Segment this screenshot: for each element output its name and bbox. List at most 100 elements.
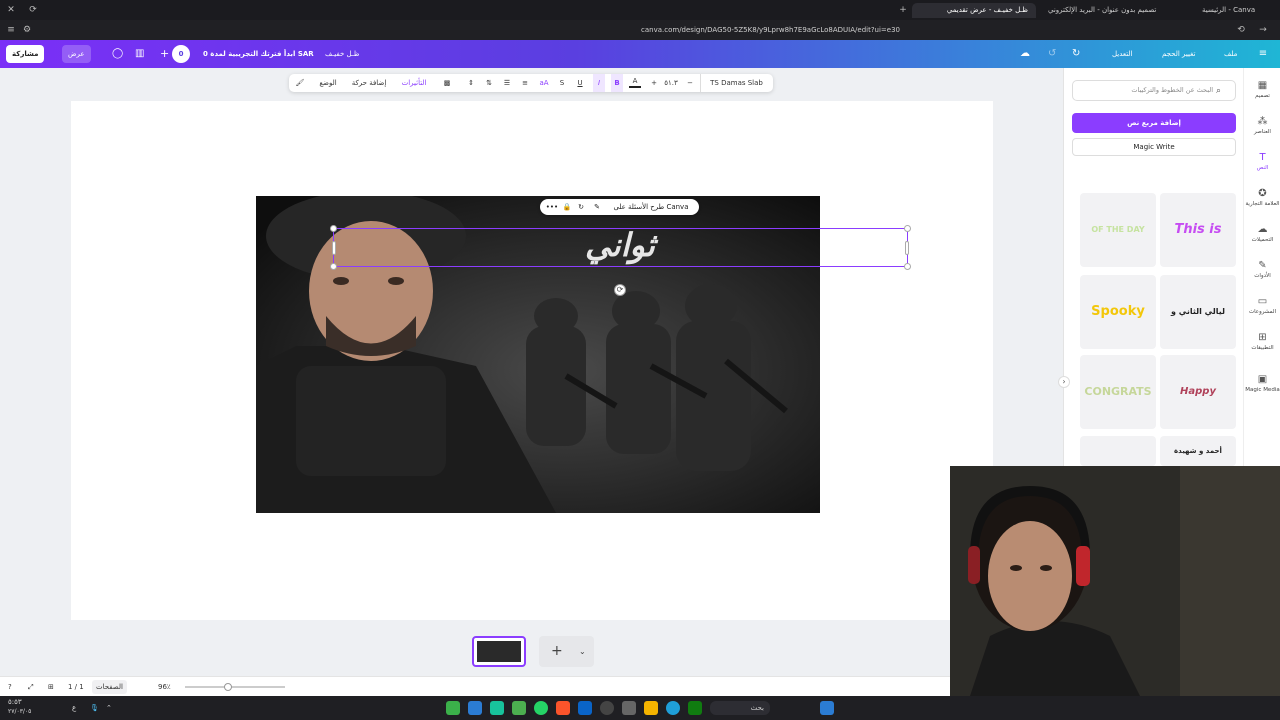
magic-edit-icon[interactable]: ✎ — [592, 199, 602, 215]
font-combo-tile[interactable]: OF THE DAY — [1080, 193, 1156, 267]
rail-item-design[interactable]: ▦ تصميم — [1244, 80, 1280, 99]
rail-item-uploads[interactable]: ☁ التحميلات — [1244, 224, 1280, 243]
align-center-icon[interactable]: ≡ — [519, 74, 531, 92]
underline-button[interactable]: U — [575, 74, 585, 92]
zoom-slider-handle[interactable] — [224, 683, 232, 691]
font-family-select[interactable]: TS Damas Slab — [700, 74, 772, 92]
duplicate-icon[interactable]: ↻ — [576, 199, 586, 215]
font-size-decrease[interactable]: − — [685, 74, 695, 92]
tab-presentation[interactable]: ظـل خفيـف - عرض تقديمي — [912, 3, 1036, 18]
font-size-value[interactable]: ٥١.٣ — [661, 74, 681, 92]
app-icon[interactable] — [512, 701, 526, 715]
font-combo-tile[interactable]: ليالي الثاني و العود — [1160, 275, 1236, 349]
taskbar-search[interactable]: بحث — [710, 701, 770, 715]
italic-button[interactable]: I — [593, 74, 605, 92]
undo-icon[interactable]: ↺ — [1048, 45, 1056, 63]
font-combo-tile[interactable]: Spooky — [1080, 275, 1156, 349]
app-icon[interactable] — [600, 701, 614, 715]
resize-handle[interactable] — [904, 225, 911, 232]
list-icon[interactable]: ☰ — [501, 74, 513, 92]
font-size-increase[interactable]: + — [649, 74, 659, 92]
analytics-icon[interactable]: ▥ — [135, 45, 144, 63]
new-tab-icon[interactable]: + — [896, 3, 910, 17]
store-icon[interactable] — [578, 701, 592, 715]
add-collaborator-icon[interactable]: + — [160, 45, 169, 63]
lock-icon[interactable]: 🔒 — [562, 199, 572, 215]
xbox-icon[interactable] — [688, 701, 702, 715]
back-icon[interactable]: ⟲ — [1234, 23, 1248, 37]
text-color-button[interactable]: A — [629, 74, 641, 88]
font-combo-tile[interactable]: أحمد و شهيدة — [1160, 436, 1236, 466]
rail-item-tools[interactable]: ✎ الأدوات — [1244, 260, 1280, 279]
fullscreen-icon[interactable]: ⤢ — [28, 677, 34, 697]
resize-handle[interactable] — [330, 263, 337, 270]
more-options-button[interactable]: ••• — [545, 199, 559, 215]
add-page-button[interactable]: + ⌄ — [539, 636, 594, 667]
add-textbox-button[interactable]: إضافة مربع نص — [1072, 113, 1236, 133]
position-button[interactable]: الوضع — [315, 74, 341, 92]
rail-item-projects[interactable]: ▭ المشروعات — [1244, 296, 1280, 315]
language-indicator[interactable]: ع — [72, 696, 76, 720]
font-combo-tile[interactable]: CONGRATS — [1080, 355, 1156, 429]
calendar-icon[interactable] — [622, 701, 636, 715]
chevron-down-icon[interactable]: ⌄ — [579, 636, 586, 667]
selected-text-frame[interactable] — [330, 225, 911, 270]
rail-item-apps[interactable]: ⊞ التطبيقات — [1244, 332, 1280, 351]
share-button[interactable]: مشاركة — [6, 45, 45, 63]
page-thumbnail[interactable] — [472, 636, 526, 667]
font-combo-tile[interactable]: This is perfect — [1160, 193, 1236, 267]
forward-icon[interactable]: → — [1256, 23, 1270, 37]
font-combo-tile[interactable]: Happy Birthday — [1160, 355, 1236, 429]
close-icon[interactable]: ✕ — [4, 3, 18, 17]
resize-handle[interactable] — [330, 225, 337, 232]
help-icon[interactable]: ? — [8, 677, 12, 697]
design-title[interactable]: ظـل خفيـف — [325, 45, 359, 63]
copy-style-icon[interactable]: 🖌 — [293, 74, 307, 92]
menu-icon[interactable]: ≡ — [4, 23, 18, 37]
hamburger-icon[interactable]: ≡ — [1256, 45, 1270, 63]
menu-resize[interactable]: تغيير الحجم — [1162, 45, 1195, 63]
brave-icon[interactable] — [556, 701, 570, 715]
redo-icon[interactable]: ↻ — [1072, 45, 1080, 63]
magic-write-button[interactable]: Magic Write — [1072, 138, 1236, 156]
refresh-icon[interactable]: ⟳ — [26, 3, 40, 17]
tab-email[interactable]: تصميم بدون عنوان - البريد الإلكتروني — [1040, 3, 1190, 18]
font-combo-tile[interactable] — [1080, 436, 1156, 466]
zoom-slider[interactable] — [185, 686, 285, 688]
mic-icon[interactable]: 🎙 — [90, 696, 99, 720]
app-icon[interactable] — [490, 701, 504, 715]
menu-edit[interactable]: التعديل — [1112, 45, 1133, 63]
spacing-icon[interactable]: ⇕ — [465, 74, 477, 92]
start-icon[interactable] — [820, 701, 834, 715]
trial-button[interactable]: ابدأ فترتك التجريبية لمدة 0 SAR — [203, 45, 314, 63]
side-handle[interactable] — [332, 241, 336, 255]
zero-badge[interactable]: 0 — [172, 45, 190, 63]
tab-home[interactable]: الرئيسية - Canva — [1194, 3, 1274, 18]
effects-button[interactable]: التأثيرات — [399, 74, 429, 92]
collapse-panel-icon[interactable]: › — [1058, 376, 1070, 388]
whatsapp-icon[interactable] — [534, 701, 548, 715]
align-direction-icon[interactable]: ⇅ — [483, 74, 495, 92]
animate-button[interactable]: إضافة حركة — [349, 74, 389, 92]
present-button[interactable]: عرض — [62, 45, 91, 63]
rail-item-text[interactable]: T النص — [1244, 152, 1280, 171]
url-field[interactable]: canva.com/design/DAG50-5Z5K8/y9Lprw8h7E9… — [400, 23, 900, 37]
rail-item-brand[interactable]: ✪ العلامة التجارية — [1244, 188, 1280, 207]
settings-icon[interactable]: ⚙ — [20, 23, 34, 37]
rail-item-elements[interactable]: ⁂ العناصر — [1244, 116, 1280, 135]
comment-icon[interactable]: ◯ — [112, 45, 123, 63]
zoom-value[interactable]: 96٪ — [158, 677, 171, 697]
menu-file[interactable]: ملف — [1224, 45, 1237, 63]
cloud-save-icon[interactable]: ☁ — [1020, 45, 1030, 63]
grid-view-icon[interactable]: ⊞ — [48, 677, 54, 697]
rotate-handle[interactable]: ⟳ — [614, 284, 626, 296]
rail-item-magic-media[interactable]: ▣ Magic Media — [1244, 374, 1280, 393]
play-icon[interactable] — [446, 701, 460, 715]
chevron-up-icon[interactable]: ⌃ — [106, 696, 112, 720]
side-handle[interactable] — [905, 241, 909, 255]
ask-canva-button[interactable]: طرح الأسئلة على Canva — [608, 199, 694, 215]
transparency-icon[interactable]: ▩ — [441, 74, 453, 92]
photos-icon[interactable] — [468, 701, 482, 715]
font-search-input[interactable]: البحث عن الخطوط والتركيبات — [1072, 80, 1236, 101]
bold-button[interactable]: B — [611, 74, 623, 92]
